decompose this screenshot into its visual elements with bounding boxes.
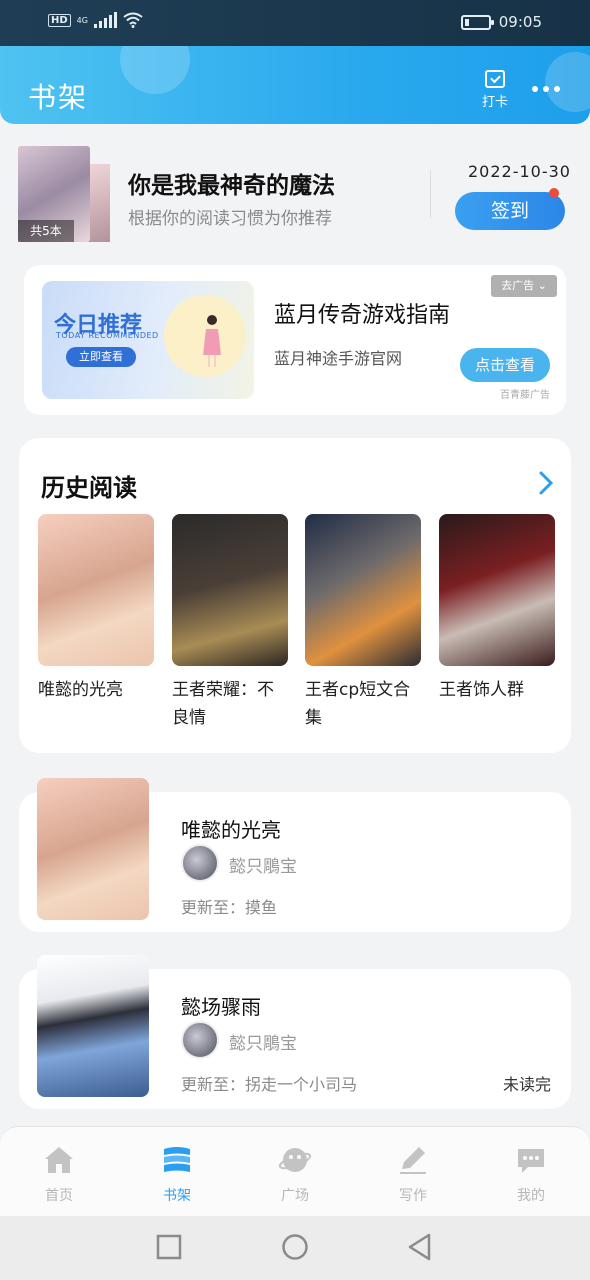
ad-source: 百青藤广告: [500, 390, 550, 401]
nav-mine[interactable]: 我的: [472, 1127, 590, 1217]
chat-bubble-icon: [518, 1149, 544, 1173]
nav-write[interactable]: 写作: [354, 1127, 472, 1217]
nav-home[interactable]: 首页: [0, 1127, 118, 1217]
recents-square-icon[interactable]: [154, 1232, 184, 1262]
nav-label: 首页: [45, 1188, 73, 1204]
history-section: 历史阅读 唯懿的光亮 王者荣耀：不良情 王者cp短文合集 王者饰人群: [19, 438, 571, 753]
remove-ad-button[interactable]: 去广告 ⌄: [491, 275, 557, 297]
clock: 09:05: [498, 13, 542, 31]
pencil-icon: [400, 1147, 426, 1174]
history-item-title: 王者荣耀：不良情: [172, 680, 274, 728]
signin-button[interactable]: 签到: [455, 192, 565, 230]
book-cover: [439, 514, 555, 666]
book-cover-back: [88, 164, 110, 242]
ad-card[interactable]: 今日推荐 TODAY RECOMMENDED 立即查看 蓝月传奇游戏指南 蓝月神…: [24, 265, 566, 415]
nav-square[interactable]: 广场: [236, 1127, 354, 1217]
shelf-item-update: 更新至：摸鱼: [181, 894, 277, 918]
planet-icon: [278, 1148, 312, 1172]
shelf-item-title: 唯懿的光亮: [181, 818, 281, 842]
nav-label: 书架: [163, 1188, 191, 1204]
featured-book-title[interactable]: 你是我最神奇的魔法: [128, 166, 335, 200]
update-prefix: 更新至：: [181, 1075, 246, 1094]
book-cover: [38, 514, 154, 666]
history-item[interactable]: 王者cp短文合集: [305, 514, 421, 732]
history-item-title: 王者cp短文合集: [305, 680, 411, 728]
back-triangle-icon[interactable]: [405, 1232, 435, 1262]
decor-bubble: [545, 52, 590, 112]
shelf-item-author: 懿只鵰宝: [229, 1034, 297, 1054]
nav-bookshelf[interactable]: 书架: [118, 1127, 236, 1217]
shelf-item-update: 更新至：拐走一个小司马: [181, 1071, 357, 1095]
ad-view-button[interactable]: 点击查看: [460, 348, 550, 382]
home-circle-icon[interactable]: [280, 1232, 310, 1262]
chevron-down-icon: ⌄: [537, 279, 547, 292]
bookshelf-icon: [164, 1147, 190, 1172]
book-cover: [305, 514, 421, 666]
ad-subtitle: 蓝月神途手游官网: [274, 349, 403, 368]
update-chapter: 拐走一个小司马: [245, 1075, 358, 1094]
checkin-label: 打卡: [481, 95, 508, 110]
wifi-icon: [123, 12, 143, 28]
history-item[interactable]: 王者荣耀：不良情: [172, 514, 288, 732]
remove-ad-label: 去广告: [501, 279, 535, 292]
shelf-item[interactable]: 唯懿的光亮 懿只鵰宝 更新至：摸鱼: [19, 778, 571, 932]
history-item[interactable]: 唯懿的光亮: [38, 514, 154, 704]
checkin-button[interactable]: 打卡: [478, 70, 512, 110]
ad-image-subtitle: TODAY RECOMMENDED: [56, 331, 159, 340]
book-cover-stack[interactable]: 共5本: [18, 146, 110, 242]
bottom-nav: 首页 书架 广场 写作 我的: [0, 1126, 590, 1216]
ad-image[interactable]: 今日推荐 TODAY RECOMMENDED 立即查看: [42, 281, 254, 399]
app-header: 书架 打卡: [0, 46, 590, 124]
featured-book-subtitle: 根据你的阅读习惯为你推荐: [128, 209, 332, 229]
home-icon: [45, 1147, 73, 1173]
history-title: 历史阅读: [41, 474, 137, 502]
status-right: 09:05: [460, 13, 542, 31]
book-cover: [37, 955, 149, 1097]
battery-icon: [460, 14, 494, 30]
hd-indicator: HD: [48, 13, 71, 27]
network-type: 4G: [76, 15, 88, 25]
calendar-check-icon: [485, 70, 505, 88]
status-left: HD 4G: [48, 12, 143, 28]
page-title: 书架: [28, 81, 89, 114]
more-dots-icon: [532, 86, 538, 92]
system-nav-bar: [0, 1216, 590, 1280]
ad-title[interactable]: 蓝月传奇游戏指南: [274, 297, 450, 329]
current-date: 2022-10-30: [468, 162, 571, 181]
nav-label: 我的: [517, 1188, 545, 1204]
status-bar: HD 4G 09:05: [0, 0, 590, 46]
shelf-item-author: 懿只鵰宝: [229, 857, 297, 877]
more-button[interactable]: [532, 86, 560, 92]
nav-label: 写作: [399, 1188, 427, 1204]
book-count-badge: 共5本: [18, 220, 74, 242]
update-chapter: 摸鱼: [245, 898, 278, 917]
shelf-item-title: 懿场骤雨: [181, 995, 261, 1019]
notification-dot: [549, 188, 559, 198]
girl-figure-icon: [203, 315, 221, 367]
book-cover: [172, 514, 288, 666]
read-status: 未读完: [502, 1075, 551, 1094]
signal-icon: [93, 12, 117, 28]
chevron-right-icon[interactable]: [535, 470, 557, 496]
history-item-title: 唯懿的光亮: [38, 680, 123, 700]
nav-label: 广场: [281, 1188, 309, 1204]
divider: [430, 170, 431, 218]
book-cover: [37, 778, 149, 920]
history-item-title: 王者饰人群: [439, 680, 524, 700]
history-item[interactable]: 王者饰人群: [439, 514, 555, 704]
update-prefix: 更新至：: [181, 898, 246, 917]
decor-bubble: [120, 46, 190, 94]
featured-book[interactable]: 共5本 你是我最神奇的魔法 根据你的阅读习惯为你推荐 2022-10-30 签到: [18, 146, 578, 246]
author-avatar: [181, 1021, 219, 1059]
author-avatar: [181, 844, 219, 882]
ad-image-button: 立即查看: [66, 347, 136, 367]
shelf-item[interactable]: 懿场骤雨 懿只鵰宝 更新至：拐走一个小司马 未读完: [19, 955, 571, 1109]
